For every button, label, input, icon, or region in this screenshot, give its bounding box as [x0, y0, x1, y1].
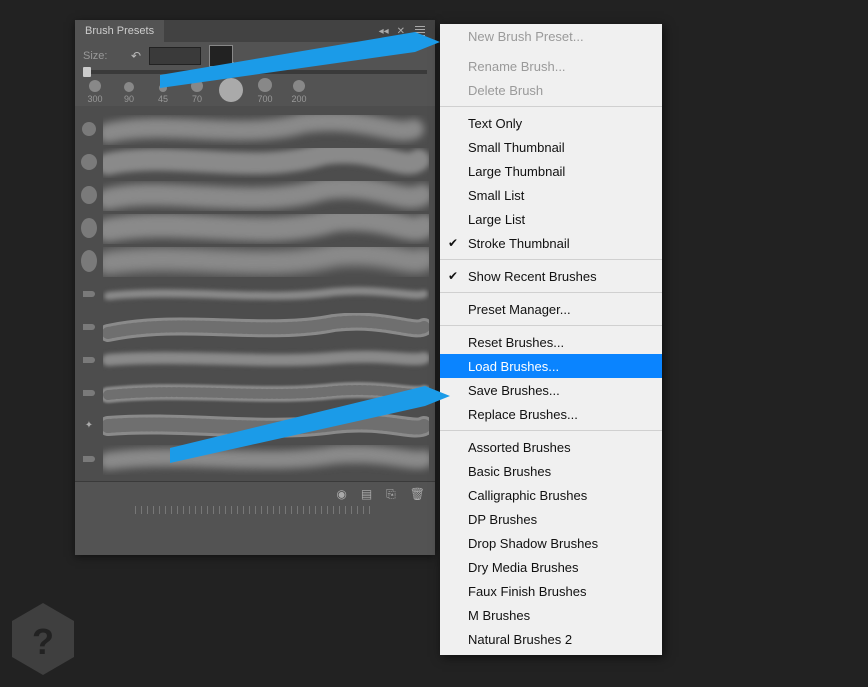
brush-preset-item[interactable] — [81, 343, 429, 376]
menu-separator — [440, 325, 662, 326]
size-row: Size: ↶ — [75, 42, 435, 70]
menu-delete-brush[interactable]: Delete Brush — [440, 78, 662, 102]
panel-footer: ◉ ▤ ⎘ 🗑 — [75, 481, 435, 506]
brush-preset-item[interactable] — [81, 277, 429, 310]
brush-preview-swatch[interactable] — [209, 45, 233, 67]
menu-save-brushes[interactable]: Save Brushes... — [440, 378, 662, 402]
recent-brush-tip[interactable] — [217, 78, 245, 104]
check-icon: ✔ — [448, 236, 458, 250]
menu-replace-brushes[interactable]: Replace Brushes... — [440, 402, 662, 426]
recent-brush-tip[interactable]: 300 — [81, 80, 109, 104]
menu-text-only[interactable]: Text Only — [440, 111, 662, 135]
resize-grip[interactable] — [135, 506, 375, 514]
panel-title[interactable]: Brush Presets — [75, 20, 164, 42]
menu-large-thumbnail[interactable]: Large Thumbnail — [440, 159, 662, 183]
brush-preset-item[interactable]: ✦ — [81, 409, 429, 442]
flyout-menu-button[interactable] — [413, 20, 427, 42]
brush-presets-panel: Brush Presets ◂◂ ✕ Size: ↶ 300 90 45 70 7002… — [75, 20, 435, 555]
menu-brush-set[interactable]: Faux Finish Brushes — [440, 579, 662, 603]
brush-preset-item[interactable] — [81, 442, 429, 475]
close-icon[interactable]: ✕ — [397, 26, 405, 37]
menu-brush-set[interactable]: Dry Media Brushes — [440, 555, 662, 579]
menu-show-recent-brushes[interactable]: ✔Show Recent Brushes — [440, 264, 662, 288]
menu-reset-brushes[interactable]: Reset Brushes... — [440, 330, 662, 354]
brush-preset-item[interactable] — [81, 112, 429, 145]
menu-stroke-thumbnail[interactable]: ✔Stroke Thumbnail — [440, 231, 662, 255]
watermark-logo: ? — [8, 599, 78, 679]
menu-brush-set[interactable]: DP Brushes — [440, 507, 662, 531]
new-preset-icon[interactable]: ⎘ — [386, 487, 396, 502]
menu-load-brushes[interactable]: Load Brushes... — [440, 354, 662, 378]
menu-brush-set[interactable]: M Brushes — [440, 603, 662, 627]
menu-brush-set[interactable]: Natural Brushes 2 — [440, 627, 662, 651]
flyout-menu: New Brush Preset... Rename Brush... Dele… — [440, 24, 662, 655]
brush-preset-item[interactable] — [81, 376, 429, 409]
recent-brush-tip[interactable]: 90 — [115, 82, 143, 104]
brush-preset-item[interactable] — [81, 145, 429, 178]
brush-preset-item[interactable] — [81, 178, 429, 211]
toggle-preview-icon[interactable]: ◉ — [336, 487, 346, 501]
delete-preset-icon[interactable]: 🗑 — [410, 487, 425, 501]
size-label: Size: — [83, 50, 123, 62]
menu-rename-brush[interactable]: Rename Brush... — [440, 54, 662, 78]
svg-text:?: ? — [32, 621, 54, 662]
menu-separator — [440, 430, 662, 431]
size-slider[interactable] — [83, 70, 427, 74]
menu-separator — [440, 259, 662, 260]
menu-separator — [440, 292, 662, 293]
recent-brush-tip[interactable]: 700 — [251, 78, 279, 104]
recent-brush-tip[interactable]: 70 — [183, 80, 211, 104]
menu-brush-set[interactable]: Drop Shadow Brushes — [440, 531, 662, 555]
brush-preset-list[interactable]: ✦ — [75, 106, 435, 481]
check-icon: ✔ — [448, 269, 458, 283]
size-slider-thumb[interactable] — [83, 67, 91, 77]
collapse-icon[interactable]: ◂◂ — [379, 26, 389, 37]
menu-preset-manager[interactable]: Preset Manager... — [440, 297, 662, 321]
brush-preset-item[interactable] — [81, 310, 429, 343]
recent-brush-tip[interactable]: 200 — [285, 80, 313, 104]
menu-new-brush-preset[interactable]: New Brush Preset... — [440, 24, 662, 48]
brush-preset-item[interactable] — [81, 211, 429, 244]
menu-brush-set[interactable]: Basic Brushes — [440, 459, 662, 483]
menu-large-list[interactable]: Large List — [440, 207, 662, 231]
reset-size-icon[interactable]: ↶ — [131, 49, 141, 63]
menu-small-thumbnail[interactable]: Small Thumbnail — [440, 135, 662, 159]
menu-small-list[interactable]: Small List — [440, 183, 662, 207]
brush-settings-icon[interactable]: ▤ — [361, 487, 372, 501]
panel-header: Brush Presets ◂◂ ✕ — [75, 20, 435, 42]
menu-separator — [440, 106, 662, 107]
size-input[interactable] — [149, 47, 201, 65]
recent-brush-tip[interactable]: 45 — [149, 84, 177, 104]
menu-brush-set[interactable]: Assorted Brushes — [440, 435, 662, 459]
menu-brush-set[interactable]: Calligraphic Brushes — [440, 483, 662, 507]
brush-preset-item[interactable] — [81, 244, 429, 277]
recent-brushes-row: 300 90 45 70 700200 — [75, 78, 435, 106]
